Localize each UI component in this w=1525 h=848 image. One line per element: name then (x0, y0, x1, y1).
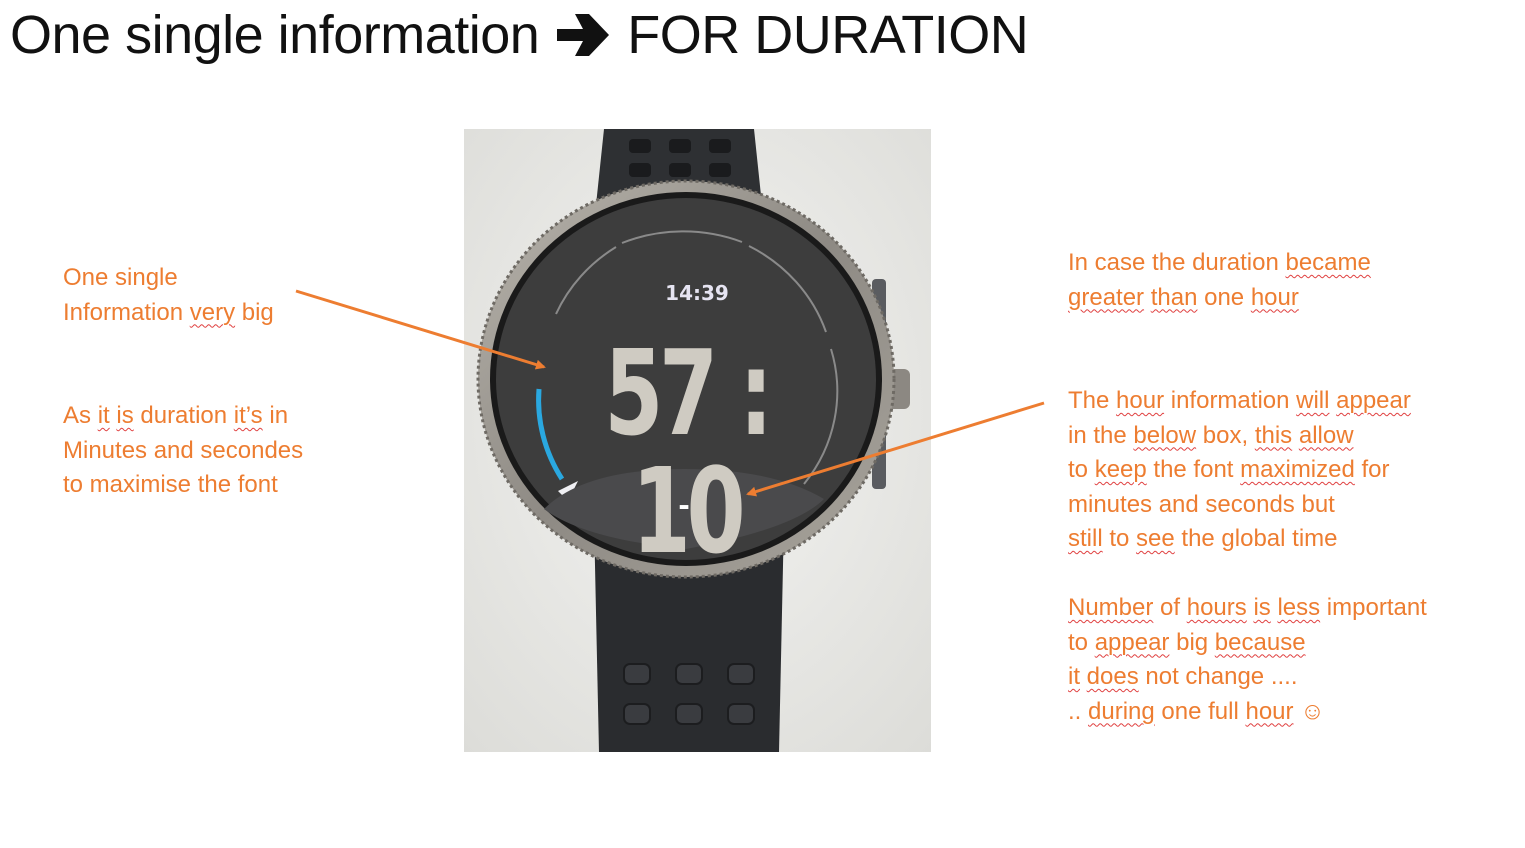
left-note-2: As it is duration it’s in Minutes and se… (63, 399, 303, 503)
note-line: it does not change .... (1068, 663, 1298, 690)
clock-time: 14:39 (665, 281, 729, 305)
title-left: One single information (10, 5, 540, 65)
note-line: greater than one hour (1068, 283, 1299, 311)
note-line: Number of hours is less important (1068, 594, 1427, 621)
note-line: As it is duration it’s in (63, 402, 289, 429)
right-note-2: The hour information will appear in the … (1068, 384, 1411, 557)
watch-photo: 14:39 57 : 10 - (464, 129, 931, 752)
note-line: Information very big (63, 298, 274, 326)
note-line: One single (63, 264, 178, 291)
note-line: The hour information will appear (1068, 387, 1411, 414)
note-line: to keep the font maximized for (1068, 456, 1390, 483)
hour-box-value: - (678, 489, 690, 522)
note-line: in the below box, this allow (1068, 421, 1354, 449)
smiley-icon: ☺ (1300, 697, 1325, 725)
duration-display: 57 : 10 (604, 324, 773, 580)
note-line: to appear big because (1068, 628, 1306, 656)
right-note-1: In case the duration became greater than… (1068, 246, 1371, 315)
note-line: In case the duration became (1068, 249, 1371, 276)
right-note-3: Number of hours is less important to app… (1068, 591, 1427, 729)
note-line: Minutes and secondes (63, 436, 304, 464)
left-note-1: One single Information very big (63, 261, 274, 330)
note-line: to maximise the font (63, 471, 278, 498)
note-line: still to see the global time (1068, 525, 1338, 552)
heavy-right-arrow-icon (557, 14, 610, 56)
note-line: minutes and seconds but (1068, 490, 1335, 518)
slide-title: One single information FOR DURATION (10, 4, 1029, 66)
note-line: .. during one full hour ☺ (1068, 697, 1325, 725)
title-right: FOR DURATION (627, 5, 1029, 65)
